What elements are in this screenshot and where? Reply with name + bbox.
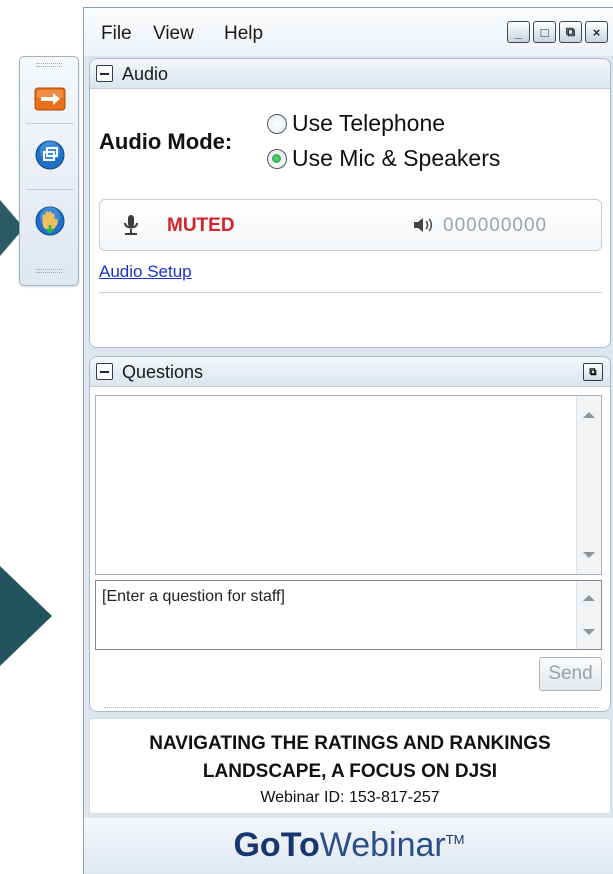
collapse-audio-button[interactable] — [96, 65, 113, 82]
questions-panel-header: Questions ⧉ — [90, 357, 610, 387]
scroll-down-icon[interactable] — [583, 629, 595, 635]
questions-panel-title: Questions — [122, 362, 204, 382]
arrow-pointer-large — [0, 566, 52, 666]
send-button[interactable]: Send — [539, 657, 602, 691]
popout-icon: ⧉ — [589, 366, 597, 378]
mic-muted-status: MUTED — [167, 215, 235, 236]
close-icon: × — [592, 24, 601, 40]
menu-view[interactable]: View — [153, 23, 194, 45]
scroll-down-icon[interactable] — [583, 552, 595, 558]
radio-circle-selected[interactable] — [267, 148, 287, 169]
restore-button[interactable]: □ — [533, 21, 556, 43]
speaker-level-meter: 000000000 — [443, 215, 548, 236]
popout-icon: ⧉ — [565, 24, 576, 39]
toolbar-bottom-grip[interactable] — [36, 269, 62, 273]
scroll-up-icon[interactable] — [583, 412, 595, 418]
collapse-questions-button[interactable] — [96, 363, 113, 380]
audio-mode-label: Audio Mode: — [99, 129, 233, 154]
scroll-up-icon[interactable] — [583, 595, 595, 601]
audio-setup-link[interactable]: Audio Setup — [99, 262, 192, 282]
gotowebinar-control-panel: File View Help _ □ ⧉ × Audio Audio Mode:… — [83, 7, 613, 874]
questions-log[interactable] — [95, 395, 602, 575]
raise-hand-icon — [35, 206, 65, 236]
radio-circle[interactable] — [267, 113, 287, 134]
radio-label: Use Telephone — [292, 110, 446, 136]
question-input[interactable]: [Enter a question for staff] — [95, 580, 602, 650]
questions-log-scrollbar[interactable] — [576, 396, 601, 574]
panel-resize-grip[interactable] — [104, 707, 598, 710]
toolbar-top-grip[interactable] — [36, 63, 62, 67]
audio-panel-title: Audio — [122, 64, 169, 84]
menu-bar: File View Help _ □ ⧉ × — [84, 8, 613, 56]
show-hide-panel-button[interactable] — [28, 79, 72, 119]
question-input-scrollbar[interactable] — [576, 581, 601, 649]
webinar-id: Webinar ID: 153-817-257 — [260, 789, 440, 806]
webinar-title-line2: LANDSCAPE, A FOCUS ON DJSI — [202, 761, 498, 782]
control-panel-toolbar — [19, 56, 79, 286]
orange-arrow-icon — [34, 87, 66, 111]
speaker-icon — [414, 218, 432, 232]
audio-panel-body: Audio Mode: Use Telephone Use Mic & Spea… — [90, 89, 610, 347]
window-controls: _ □ ⧉ × — [507, 21, 608, 43]
menu-file[interactable]: File — [101, 23, 132, 45]
questions-panel-body: [Enter a question for staff] Send — [90, 387, 610, 711]
minimize-button[interactable]: _ — [507, 21, 530, 43]
restore-icon: □ — [540, 24, 549, 40]
popout-button[interactable]: ⧉ — [559, 21, 582, 43]
screen: File View Help _ □ ⧉ × Audio Audio Mode:… — [0, 0, 613, 874]
window-icon — [35, 140, 65, 170]
webinar-title-line1: NAVIGATING THE RATINGS AND RANKINGS — [149, 733, 551, 754]
window-screen-button[interactable] — [28, 135, 72, 175]
audio-panel: Audio Audio Mode: Use Telephone Use Mic … — [89, 58, 611, 348]
brand-footer: GoToWebinarTM — [84, 818, 613, 874]
radio-label: Use Mic & Speakers — [292, 145, 501, 171]
audio-status-box: MUTED 000000000 — [99, 199, 602, 251]
microphone-icon[interactable] — [122, 213, 140, 237]
close-button[interactable]: × — [585, 21, 608, 43]
questions-panel: Questions ⧉ [Enter a question for staff] — [89, 356, 611, 712]
radio-use-telephone[interactable]: Use Telephone — [267, 110, 445, 137]
minimize-icon: _ — [514, 24, 523, 40]
radio-use-mic-speakers[interactable]: Use Mic & Speakers — [267, 145, 500, 172]
menu-help[interactable]: Help — [224, 23, 263, 45]
popout-questions-button[interactable]: ⧉ — [583, 363, 603, 381]
audio-panel-header: Audio — [90, 59, 610, 89]
webinar-info: NAVIGATING THE RATINGS AND RANKINGS LAND… — [89, 718, 611, 814]
question-input-placeholder: [Enter a question for staff] — [102, 588, 285, 605]
raise-hand-button[interactable] — [28, 201, 72, 241]
gotowebinar-logo: GoToWebinarTM — [233, 826, 465, 864]
divider — [99, 292, 602, 293]
